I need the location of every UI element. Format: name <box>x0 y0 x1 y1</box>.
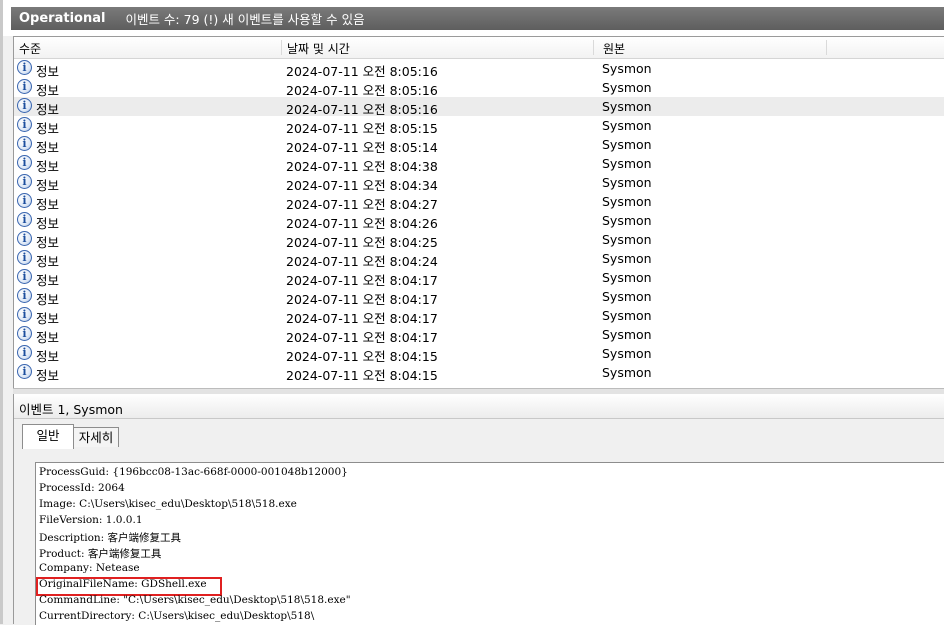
log-header: Operational 이벤트 수: 79 (!) 새 이벤트를 사용할 수 있… <box>3 0 944 36</box>
detail-line: Image: C:\Users\kisec_edu\Desktop\518\51… <box>39 498 297 510</box>
event-source: Sysmon <box>602 99 652 114</box>
column-header-source[interactable]: 원본 <box>598 40 827 56</box>
detail-line: CurrentDirectory: C:\Users\kisec_edu\Des… <box>39 610 315 622</box>
event-row[interactable]: i 정보 2024-07-11 오전 8:04:17 Sysmon <box>14 306 944 326</box>
event-detail-pane: 이벤트 1, Sysmon 일반 자세히 ProcessGuid: {196bc… <box>13 394 944 625</box>
event-source: Sysmon <box>602 251 652 266</box>
event-source: Sysmon <box>602 194 652 209</box>
event-row[interactable]: i 정보 2024-07-11 오전 8:05:15 Sysmon <box>14 116 944 136</box>
column-header-level[interactable]: 수준 <box>14 40 282 56</box>
event-source: Sysmon <box>602 175 652 190</box>
event-count: 이벤트 수: 79 (!) 새 이벤트를 사용할 수 있음 <box>125 12 365 27</box>
event-row[interactable]: i 정보 2024-07-11 오전 8:04:34 Sysmon <box>14 173 944 193</box>
event-row[interactable]: i 정보 2024-07-11 오전 8:04:24 Sysmon <box>14 249 944 269</box>
tab-general[interactable]: 일반 <box>22 424 74 449</box>
info-icon: i <box>17 155 32 170</box>
event-source: Sysmon <box>602 213 652 228</box>
detail-line: ProcessId: 2064 <box>39 482 125 494</box>
detail-line: Description: 客户端修复工具 <box>39 532 182 544</box>
event-rows: i 정보 2024-07-11 오전 8:05:16 Sysmon i 정보 2024-07… <box>14 59 944 383</box>
event-row[interactable]: i 정보 2024-07-11 오전 8:04:17 Sysmon <box>14 287 944 307</box>
event-source: Sysmon <box>602 137 652 152</box>
event-source: Sysmon <box>602 289 652 304</box>
info-icon: i <box>17 193 32 208</box>
event-source: Sysmon <box>602 365 652 380</box>
event-row[interactable]: i 정보 2024-07-11 오전 8:04:38 Sysmon <box>14 154 944 174</box>
detail-line: ProcessGuid: {196bcc08-13ac-668f-0000-00… <box>39 466 348 478</box>
tab-details[interactable]: 자세히 <box>73 427 119 447</box>
event-list[interactable]: 수준 날짜 및 시간 원본 i 정보 2024-07-11 오전 8:05:16 Sy… <box>13 36 944 389</box>
event-source: Sysmon <box>602 61 652 76</box>
detail-line: Product: 客户端修复工具 <box>39 548 162 560</box>
detail-line: OriginalFileName: GDShell.exe <box>39 578 207 590</box>
event-source: Sysmon <box>602 232 652 247</box>
log-header-bar: Operational 이벤트 수: 79 (!) 새 이벤트를 사용할 수 있… <box>11 7 944 30</box>
event-level: 정보 <box>36 368 60 383</box>
info-icon: i <box>17 231 32 246</box>
info-icon: i <box>17 326 32 341</box>
event-row[interactable]: i 정보 2024-07-11 오전 8:05:16 Sysmon <box>14 78 944 98</box>
info-icon: i <box>17 288 32 303</box>
event-row[interactable]: i 정보 2024-07-11 오전 8:04:26 Sysmon <box>14 211 944 231</box>
event-row[interactable]: i 정보 2024-07-11 오전 8:04:17 Sysmon <box>14 268 944 288</box>
event-row[interactable]: i 정보 2024-07-11 오전 8:04:25 Sysmon <box>14 230 944 250</box>
info-icon: i <box>17 345 32 360</box>
event-source: Sysmon <box>602 118 652 133</box>
info-icon: i <box>17 79 32 94</box>
event-row[interactable]: i 정보 2024-07-11 오전 8:05:14 Sysmon <box>14 135 944 155</box>
info-icon: i <box>17 136 32 151</box>
info-icon: i <box>17 269 32 284</box>
info-icon: i <box>17 117 32 132</box>
column-header-datetime[interactable]: 날짜 및 시간 <box>282 40 594 56</box>
window-left-border <box>0 0 3 624</box>
event-source: Sysmon <box>602 327 652 342</box>
detail-line: FileVersion: 1.0.0.1 <box>39 514 143 526</box>
info-icon: i <box>17 250 32 265</box>
event-source: Sysmon <box>602 346 652 361</box>
event-row[interactable]: i 정보 2024-07-11 오전 8:04:17 Sysmon <box>14 325 944 345</box>
event-row[interactable]: i 정보 2024-07-11 오전 8:04:15 Sysmon <box>14 363 944 383</box>
info-icon: i <box>17 60 32 75</box>
event-source: Sysmon <box>602 156 652 171</box>
event-row[interactable]: i 정보 2024-07-11 오전 8:04:27 Sysmon <box>14 192 944 212</box>
detail-text-area[interactable]: ProcessGuid: {196bcc08-13ac-668f-0000-00… <box>35 462 944 625</box>
event-row[interactable]: i 정보 2024-07-11 오전 8:05:16 Sysmon <box>14 59 944 79</box>
detail-line: CommandLine: "C:\Users\kisec_edu\Desktop… <box>39 594 351 606</box>
event-source: Sysmon <box>602 308 652 323</box>
event-source: Sysmon <box>602 270 652 285</box>
detail-title: 이벤트 1, Sysmon <box>19 402 123 417</box>
event-source: Sysmon <box>602 80 652 95</box>
event-row[interactable]: i 정보 2024-07-11 오전 8:05:16 Sysmon <box>14 97 944 117</box>
info-icon: i <box>17 364 32 379</box>
log-title: Operational <box>19 11 106 26</box>
info-icon: i <box>17 212 32 227</box>
info-icon: i <box>17 174 32 189</box>
detail-title-bar: 이벤트 1, Sysmon <box>14 394 944 419</box>
info-icon: i <box>17 98 32 113</box>
event-datetime: 2024-07-11 오전 8:04:15 <box>286 368 438 383</box>
info-icon: i <box>17 307 32 322</box>
event-list-header: 수준 날짜 및 시간 원본 <box>14 37 944 59</box>
event-row[interactable]: i 정보 2024-07-11 오전 8:04:15 Sysmon <box>14 344 944 364</box>
detail-line: Company: Netease <box>39 562 140 574</box>
